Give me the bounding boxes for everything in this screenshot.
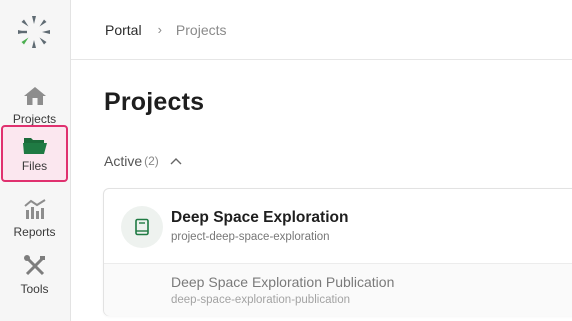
breadcrumb-portal-link[interactable]: Portal (105, 22, 142, 38)
project-name: Deep Space Exploration (171, 209, 349, 226)
chart-icon (22, 196, 48, 222)
tools-icon (22, 253, 48, 279)
folder-icon (22, 132, 48, 158)
sub-project-name: Deep Space Exploration Publication (171, 274, 395, 290)
page-title: Projects (104, 88, 205, 116)
project-slug: project-deep-space-exploration (171, 231, 330, 243)
breadcrumb-current: Projects (175, 21, 227, 38)
sidebar-item-files[interactable]: Files (1, 125, 68, 182)
collapse-chevron-up-icon[interactable] (169, 154, 183, 168)
sidebar-item-label: Files (21, 159, 48, 173)
sub-project-row[interactable]: Deep Space Exploration Publication deep-… (104, 264, 572, 316)
breadcrumb-separator: › (157, 22, 162, 37)
sidebar-item-reports[interactable]: Reports (1, 189, 68, 246)
breadcrumb: Portal › Projects (71, 0, 572, 60)
logo-icon (18, 16, 50, 48)
project-card: Deep Space Exploration project-deep-spac… (103, 188, 572, 316)
active-section-header: Active (2) (104, 153, 183, 169)
home-icon (22, 83, 48, 109)
sidebar-item-label: Reports (13, 225, 56, 239)
sidebar-item-tools[interactable]: Tools (1, 246, 68, 303)
sidebar-item-label: Tools (20, 282, 49, 296)
section-count: (2) (144, 154, 159, 168)
app-logo[interactable] (16, 14, 52, 50)
section-label: Active (104, 153, 143, 169)
sub-project-slug: deep-space-exploration-publication (171, 294, 351, 306)
project-book-icon (121, 206, 163, 248)
project-row[interactable]: Deep Space Exploration project-deep-spac… (104, 189, 572, 264)
sidebar: Projects Files Reports Tools (0, 0, 71, 321)
sidebar-item-label: Projects (12, 112, 57, 126)
